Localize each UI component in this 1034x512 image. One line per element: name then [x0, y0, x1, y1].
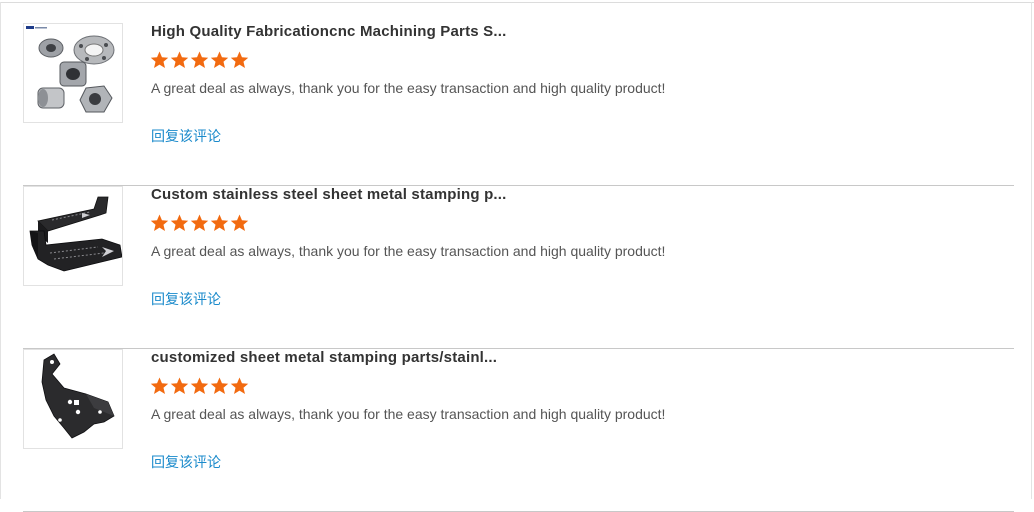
star-icon [170, 214, 189, 231]
product-thumbnail[interactable] [23, 186, 123, 286]
product-title[interactable]: customized sheet metal stamping parts/st… [151, 349, 497, 367]
review-comment: A great deal as always, thank you for th… [151, 80, 666, 96]
black-bent-bracket-photo-icon [41, 353, 115, 439]
panel-right-border [1031, 2, 1032, 499]
reply-link[interactable]: 回复该评论 [151, 126, 221, 146]
star-icon [230, 51, 249, 68]
panel-top-border [0, 2, 1034, 3]
star-icon [170, 377, 189, 394]
rating-stars [150, 214, 249, 234]
review-item: High Quality Fabricationcnc Machining Pa… [23, 23, 1014, 186]
review-comment: A great deal as always, thank you for th… [151, 243, 666, 259]
star-icon [150, 214, 169, 231]
review-item: Custom stainless steel sheet metal stamp… [23, 186, 1014, 349]
rating-stars [150, 51, 249, 71]
reply-link[interactable]: 回复该评论 [151, 452, 221, 472]
review-comment: A great deal as always, thank you for th… [151, 406, 666, 422]
review-item: customized sheet metal stamping parts/st… [23, 349, 1014, 512]
star-icon [210, 377, 229, 394]
star-icon [170, 51, 189, 68]
star-icon [210, 214, 229, 231]
star-icon [230, 214, 249, 231]
star-icon [190, 51, 209, 68]
product-thumbnail[interactable] [23, 23, 123, 123]
product-thumbnail[interactable] [23, 349, 123, 449]
product-title[interactable]: Custom stainless steel sheet metal stamp… [151, 186, 507, 204]
panel-left-border [0, 2, 1, 499]
black-stamped-brackets-photo-icon [29, 196, 122, 272]
product-title[interactable]: High Quality Fabricationcnc Machining Pa… [151, 23, 507, 41]
star-icon [190, 377, 209, 394]
star-icon [150, 377, 169, 394]
star-icon [230, 377, 249, 394]
star-icon [150, 51, 169, 68]
reply-link[interactable]: 回复该评论 [151, 289, 221, 309]
cnc-machined-parts-photo-icon [26, 26, 115, 113]
rating-stars [150, 377, 249, 397]
star-icon [190, 214, 209, 231]
star-icon [210, 51, 229, 68]
